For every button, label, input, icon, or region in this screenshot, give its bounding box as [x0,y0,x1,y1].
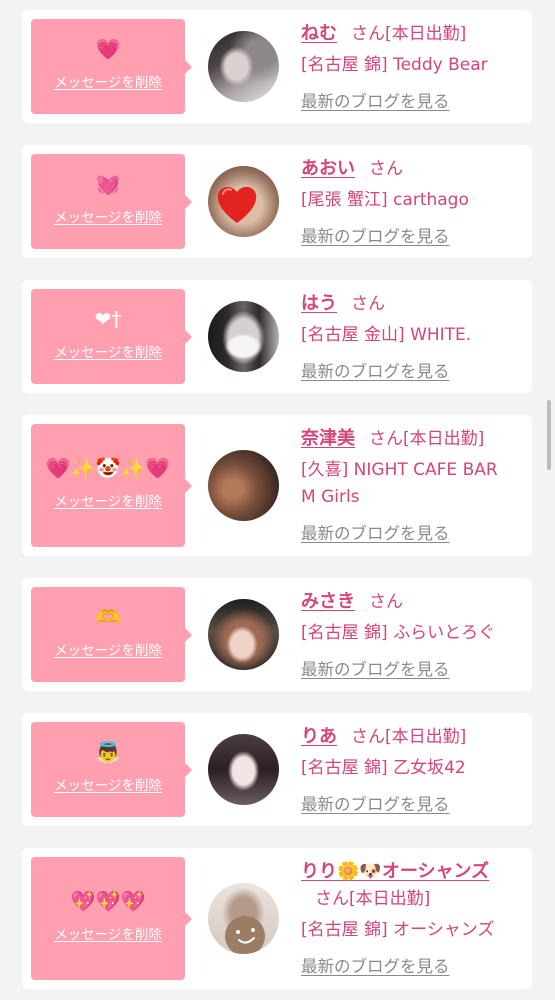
work-status: [本日出勤] [385,24,467,44]
cast-info: はう さん [名古屋 金山] WHITE. 最新のブログを見る [301,289,501,384]
message-card: 🫶 メッセージを削除 みさき さん [名古屋 錦] ふらいとろぐ 最新のブログを見… [22,578,532,691]
honorific-status: さん[本日出勤] [369,426,484,453]
blog-link-row: 最新のブログを見る [301,953,501,981]
message-card: 💖💖💖 メッセージを削除 りり🌼🐶オーシャンズさん[本日出勤] [名古屋 錦] … [22,848,532,989]
cast-name-link[interactable]: はう [301,293,337,314]
message-text: 🫶 [95,605,121,629]
latest-blog-link[interactable]: 最新のブログを見る [301,92,450,111]
delete-message-link[interactable]: メッセージを削除 [54,925,162,945]
cast-info: ねむ さん[本日出勤] [名古屋 錦] Teddy Bear 最新のブログを見る [301,19,501,114]
avatar[interactable] [208,734,279,805]
cast-info: みさき さん [名古屋 錦] ふらいとろぐ 最新のブログを見る [301,587,501,682]
message-card: 👼 メッセージを削除 りあ さん[本日出勤] [名古屋 錦] 乙女坂42 最新のブ… [22,713,532,826]
cast-name-link[interactable]: りり🌼🐶オーシャンズ [301,861,489,882]
avatar[interactable] [208,883,279,954]
avatar[interactable] [208,166,279,237]
heart-sticker [217,186,257,223]
name-line: みさき さん [301,588,501,616]
honorific-status: さん [369,589,403,616]
name-line: りあ さん[本日出勤] [301,723,501,751]
name-line: 奈津美 さん[本日出勤] [301,425,501,453]
blog-link-row: 最新のブログを見る [301,656,501,684]
latest-blog-link[interactable]: 最新のブログを見る [301,660,450,679]
latest-blog-link[interactable]: 最新のブログを見る [301,524,450,543]
message-bubble: 👼 メッセージを削除 [31,722,192,817]
work-status: [本日出勤] [349,889,431,909]
delete-message-link[interactable]: メッセージを削除 [54,641,162,661]
blog-link-row: 最新のブログを見る [301,88,501,116]
message-text: 💗 [95,37,121,61]
message-text: 💖💖💖 [70,889,146,913]
shop-name: [名古屋 錦] オーシャンズ [301,920,495,940]
cast-name-link[interactable]: 奈津美 [301,428,355,449]
avatar[interactable] [208,450,279,521]
smiley-sticker [225,916,265,954]
blog-link-row: 最新のブログを見る [301,520,501,548]
honorific: さん [369,592,403,612]
shop-name: [名古屋 錦] ふらいとろぐ [301,623,496,643]
cast-name-link[interactable]: りあ [301,726,337,747]
honorific: さん [351,727,385,747]
delete-message-link[interactable]: メッセージを削除 [54,776,162,796]
avatar[interactable] [208,31,279,102]
delete-message-link[interactable]: メッセージを削除 [54,343,162,363]
shop-name: [尾張 蟹江] carthago [301,190,469,210]
message-text: 💓 [95,172,121,196]
honorific: さん [351,24,385,44]
message-card: ❤︎† メッセージを削除 はう さん [名古屋 金山] WHITE. 最新のブログ… [22,280,532,393]
blog-link-row: 最新のブログを見る [301,791,501,819]
cast-info: 奈津美 さん[本日出勤] [久喜] NIGHT CAFE BAR M Girls … [301,424,501,547]
delete-message-link[interactable]: メッセージを削除 [54,208,162,228]
name-line: ねむ さん[本日出勤] [301,20,501,48]
message-bubble: 🫶 メッセージを削除 [31,587,192,682]
latest-blog-link[interactable]: 最新のブログを見る [301,957,450,976]
cast-info: りり🌼🐶オーシャンズさん[本日出勤] [名古屋 錦] オーシャンズ 最新のブログ… [301,857,501,980]
honorific-status: さん[本日出勤] [351,21,466,48]
message-bubble: 💗✨🤡✨💗 メッセージを削除 [31,424,192,547]
cast-name-link[interactable]: あおい [301,158,355,179]
work-status: [本日出勤] [403,429,485,449]
honorific-status: さん[本日出勤] [351,724,466,751]
shop-name: [名古屋 金山] WHITE. [301,325,472,345]
honorific-status: さん [369,156,403,183]
honorific: さん [315,889,349,909]
message-card: 💗✨🤡✨💗 メッセージを削除 奈津美 さん[本日出勤] [久喜] NIGHT CA… [22,415,532,556]
message-bubble: 💓 メッセージを削除 [31,154,192,249]
blog-link-row: 最新のブログを見る [301,223,501,251]
cast-name-link[interactable]: みさき [301,591,355,612]
latest-blog-link[interactable]: 最新のブログを見る [301,227,450,246]
cast-info: あおい さん [尾張 蟹江] carthago 最新のブログを見る [301,154,501,249]
message-list: 💗 メッセージを削除 ねむ さん[本日出勤] [名古屋 錦] Teddy Bear… [22,10,532,1000]
delete-message-link[interactable]: メッセージを削除 [54,492,162,512]
honorific: さん [369,159,403,179]
name-line: あおい さん [301,155,501,183]
shop-name: [名古屋 錦] 乙女坂42 [301,758,466,778]
message-bubble: 💗 メッセージを削除 [31,19,192,114]
shop-name: [久喜] NIGHT CAFE BAR M Girls [301,460,498,507]
message-card: 💗 メッセージを削除 ねむ さん[本日出勤] [名古屋 錦] Teddy Bear… [22,10,532,123]
message-card: 💓 メッセージを削除 あおい さん [尾張 蟹江] carthago 最新のブログ… [22,145,532,258]
message-text: ❤︎† [94,307,122,331]
message-bubble: ❤︎† メッセージを削除 [31,289,192,384]
delete-message-link[interactable]: メッセージを削除 [54,73,162,93]
shop-name: [名古屋 錦] Teddy Bear [301,55,488,75]
honorific-status: さん[本日出勤] [315,886,430,913]
avatar[interactable] [208,599,279,670]
scrollbar-thumb[interactable] [547,400,551,470]
message-text: 💗✨🤡✨💗 [45,456,171,480]
name-line: はう さん [301,290,501,318]
latest-blog-link[interactable]: 最新のブログを見る [301,795,450,814]
honorific: さん [369,429,403,449]
cast-name-link[interactable]: ねむ [301,23,337,44]
cast-info: りあ さん[本日出勤] [名古屋 錦] 乙女坂42 最新のブログを見る [301,722,501,817]
honorific: さん [351,294,385,314]
work-status: [本日出勤] [385,727,467,747]
honorific-status: さん [351,291,385,318]
avatar[interactable] [208,301,279,372]
name-line: りり🌼🐶オーシャンズさん[本日出勤] [301,858,501,913]
message-bubble: 💖💖💖 メッセージを削除 [31,857,192,980]
message-text: 👼 [95,740,121,764]
latest-blog-link[interactable]: 最新のブログを見る [301,362,450,381]
blog-link-row: 最新のブログを見る [301,358,501,386]
